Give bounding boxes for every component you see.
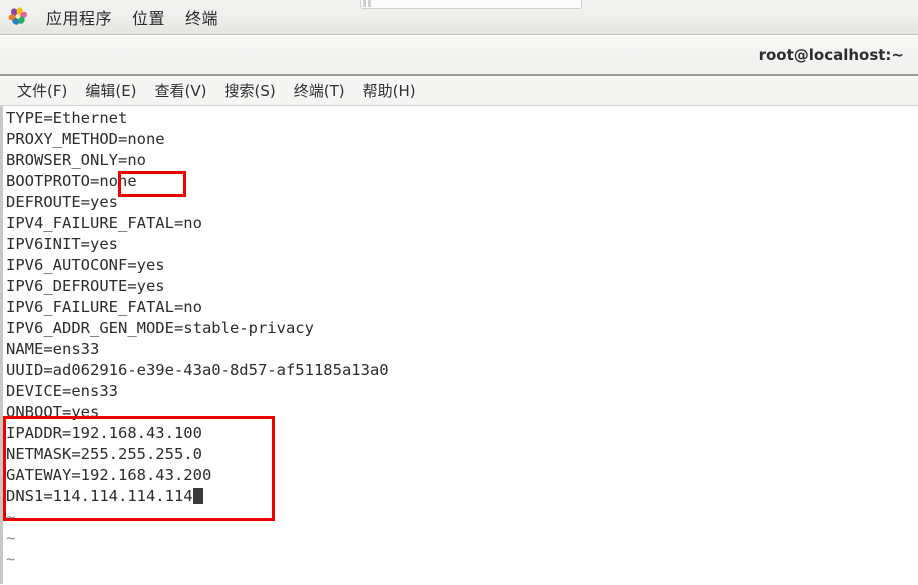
terminal-line-text: IPV6_AUTOCONF=yes [6,256,165,274]
terminal-line: TYPE=Ethernet [6,108,389,129]
terminal-line-text: UUID=ad062916-e39e-43a0-8d57-af51185a13a… [6,361,389,379]
terminal-line: DEFROUTE=yes [6,192,389,213]
menu-terminal[interactable]: 终端(T) [285,78,354,103]
panel-menu-applications[interactable]: 应用程序 [36,3,122,31]
terminal-line: GATEWAY=192.168.43.200 [6,465,389,486]
terminal-line: DEVICE=ens33 [6,381,389,402]
empty-line-marker: ~ [6,508,16,526]
gnome-foot-icon[interactable] [6,6,30,28]
terminal-line-text: IPV6_DEFROUTE=yes [6,277,165,295]
terminal-line: IPV6_FAILURE_FATAL=no [6,297,389,318]
terminal-line: NETMASK=255.255.255.0 [6,444,389,465]
terminal-line: BROWSER_ONLY=no [6,150,389,171]
terminal-line: IPADDR=192.168.43.100 [6,423,389,444]
terminal-line-text: DEFROUTE=yes [6,193,118,211]
terminal-line: PROXY_METHOD=none [6,129,389,150]
menu-search[interactable]: 搜索(S) [216,78,285,103]
terminal-line-text: IPV6_FAILURE_FATAL=no [6,298,202,316]
terminal-line-text: TYPE=Ethernet [6,109,128,127]
panel-menu-terminal[interactable]: 终端 [175,3,228,31]
menu-file[interactable]: 文件(F) [8,78,76,103]
panel-menu-places[interactable]: 位置 [122,3,175,31]
menu-edit[interactable]: 编辑(E) [76,78,145,103]
terminal-line-text: BOOTPROTO=none [6,172,137,190]
empty-line-marker: ~ [6,529,16,547]
menu-help[interactable]: 帮助(H) [354,78,425,103]
terminal-line: BOOTPROTO=none [6,171,389,192]
terminal-line-text: DEVICE=ens33 [6,382,118,400]
terminal-line: IPV6INIT=yes [6,234,389,255]
terminal-line: IPV6_AUTOCONF=yes [6,255,389,276]
terminal-line-text: IPV4_FAILURE_FATAL=no [6,214,202,232]
terminal-line-text: GATEWAY=192.168.43.200 [6,466,212,484]
terminal-line-text: IPV6_ADDR_GEN_MODE=stable-privacy [6,319,314,337]
terminal-line-text: NAME=ens33 [6,340,100,358]
terminal-text-area[interactable]: TYPE=Ethernet PROXY_METHOD=none BROWSER_ON… [0,106,918,584]
terminal-line: IPV6_DEFROUTE=yes [6,276,389,297]
text-cursor [192,488,203,504]
terminal-line: NAME=ens33 [6,339,389,360]
terminal-line-container: TYPE=Ethernet PROXY_METHOD=none BROWSER_ON… [6,108,389,570]
terminal-menubar: 文件(F) 编辑(E) 查看(V) 搜索(S) 终端(T) 帮助(H) [0,76,918,106]
terminal-line: DNS1=114.114.114.114 [6,486,389,507]
terminal-line: IPV4_FAILURE_FATAL=no [6,213,389,234]
terminal-line-text: DNS1=114.114.114.114 [6,487,193,505]
terminal-window: root@localhost:~ 文件(F) 编辑(E) 查看(V) 搜索(S)… [0,36,918,585]
terminal-line-text: ONBOOT=yes [6,403,100,421]
terminal-line: IPV6_ADDR_GEN_MODE=stable-privacy [6,318,389,339]
window-title: root@localhost:~ [758,46,904,64]
partial-background-window[interactable] [360,0,582,9]
terminal-line-text: BROWSER_ONLY=no [6,151,146,169]
terminal-line: UUID=ad062916-e39e-43a0-8d57-af51185a13a… [6,360,389,381]
terminal-line-text: NETMASK=255.255.255.0 [6,445,202,463]
terminal-line-text: IPADDR=192.168.43.100 [6,424,202,442]
terminal-line-text: IPV6INIT=yes [6,235,118,253]
menu-view[interactable]: 查看(V) [146,78,216,103]
terminal-titlebar[interactable]: root@localhost:~ [0,36,918,76]
terminal-line-text: PROXY_METHOD=none [6,130,165,148]
empty-line-marker: ~ [6,550,16,568]
terminal-line: ONBOOT=yes [6,402,389,423]
